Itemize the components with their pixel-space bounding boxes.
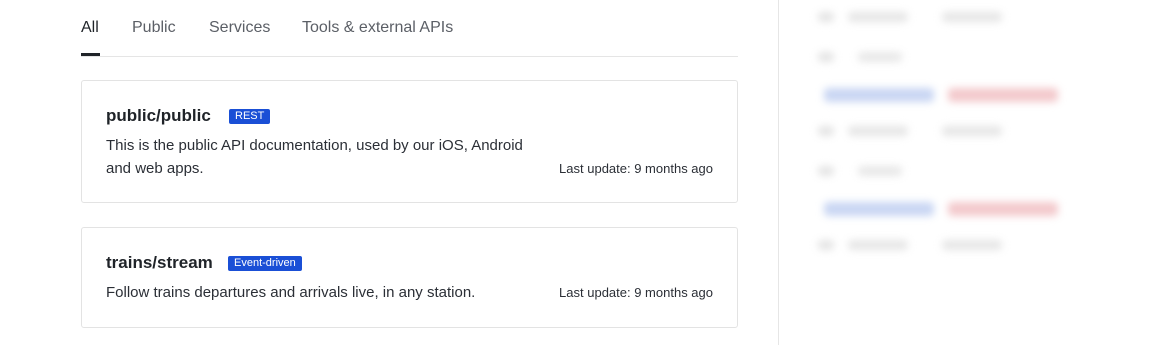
api-type-badge: REST: [229, 109, 271, 124]
api-card-public-public[interactable]: public/public REST This is the public AP…: [81, 80, 738, 203]
active-tab-indicator: [81, 53, 100, 56]
blurred-side-panel: [810, 0, 1150, 345]
api-card-trains-stream[interactable]: trains/stream Event-driven Follow trains…: [81, 227, 738, 328]
api-last-update: Last update: 9 months ago: [559, 285, 713, 300]
tab-all[interactable]: All: [81, 19, 99, 37]
api-type-badge: Event-driven: [228, 256, 302, 271]
api-last-update: Last update: 9 months ago: [559, 161, 713, 176]
category-tabs: All Public Services Tools & external API…: [81, 0, 738, 57]
tab-services[interactable]: Services: [209, 19, 270, 37]
api-description: Follow trains departures and arrivals li…: [106, 284, 476, 301]
tab-public[interactable]: Public: [132, 19, 176, 37]
panel-divider: [778, 0, 779, 345]
api-description: This is the public API documentation, us…: [106, 137, 523, 177]
api-title: public/public: [106, 106, 211, 125]
app-frame: All Public Services Tools & external API…: [0, 0, 1150, 345]
tab-tools-external-apis[interactable]: Tools & external APIs: [302, 19, 453, 37]
api-title: trains/stream: [106, 253, 213, 272]
